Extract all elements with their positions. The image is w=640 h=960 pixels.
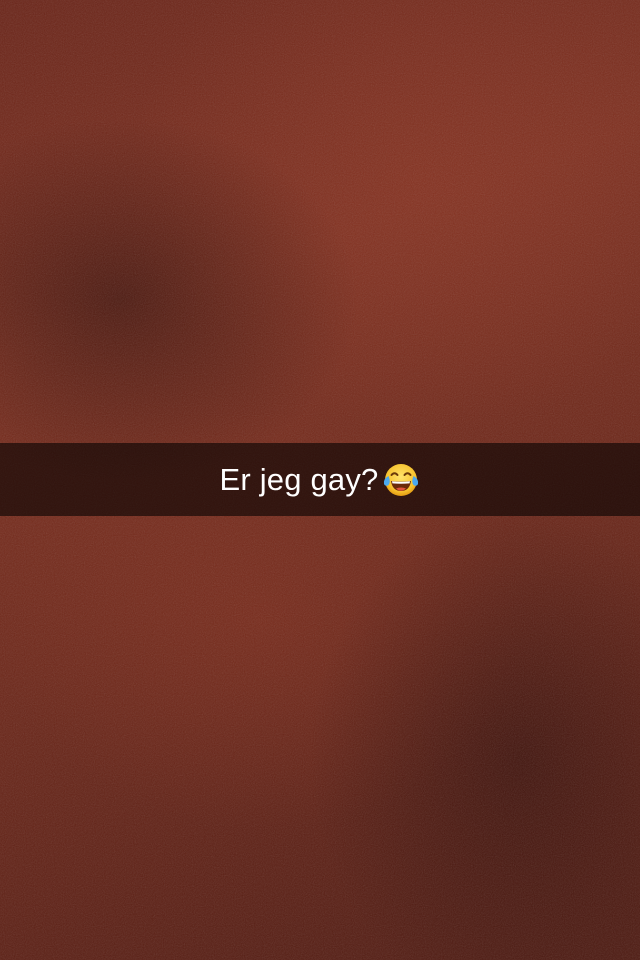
face-with-tears-of-joy-icon (381, 460, 421, 500)
caption-bar[interactable]: Er jeg gay? (0, 443, 640, 516)
caption-text: Er jeg gay? (219, 462, 379, 497)
snap-photo[interactable]: Er jeg gay? (0, 0, 640, 960)
